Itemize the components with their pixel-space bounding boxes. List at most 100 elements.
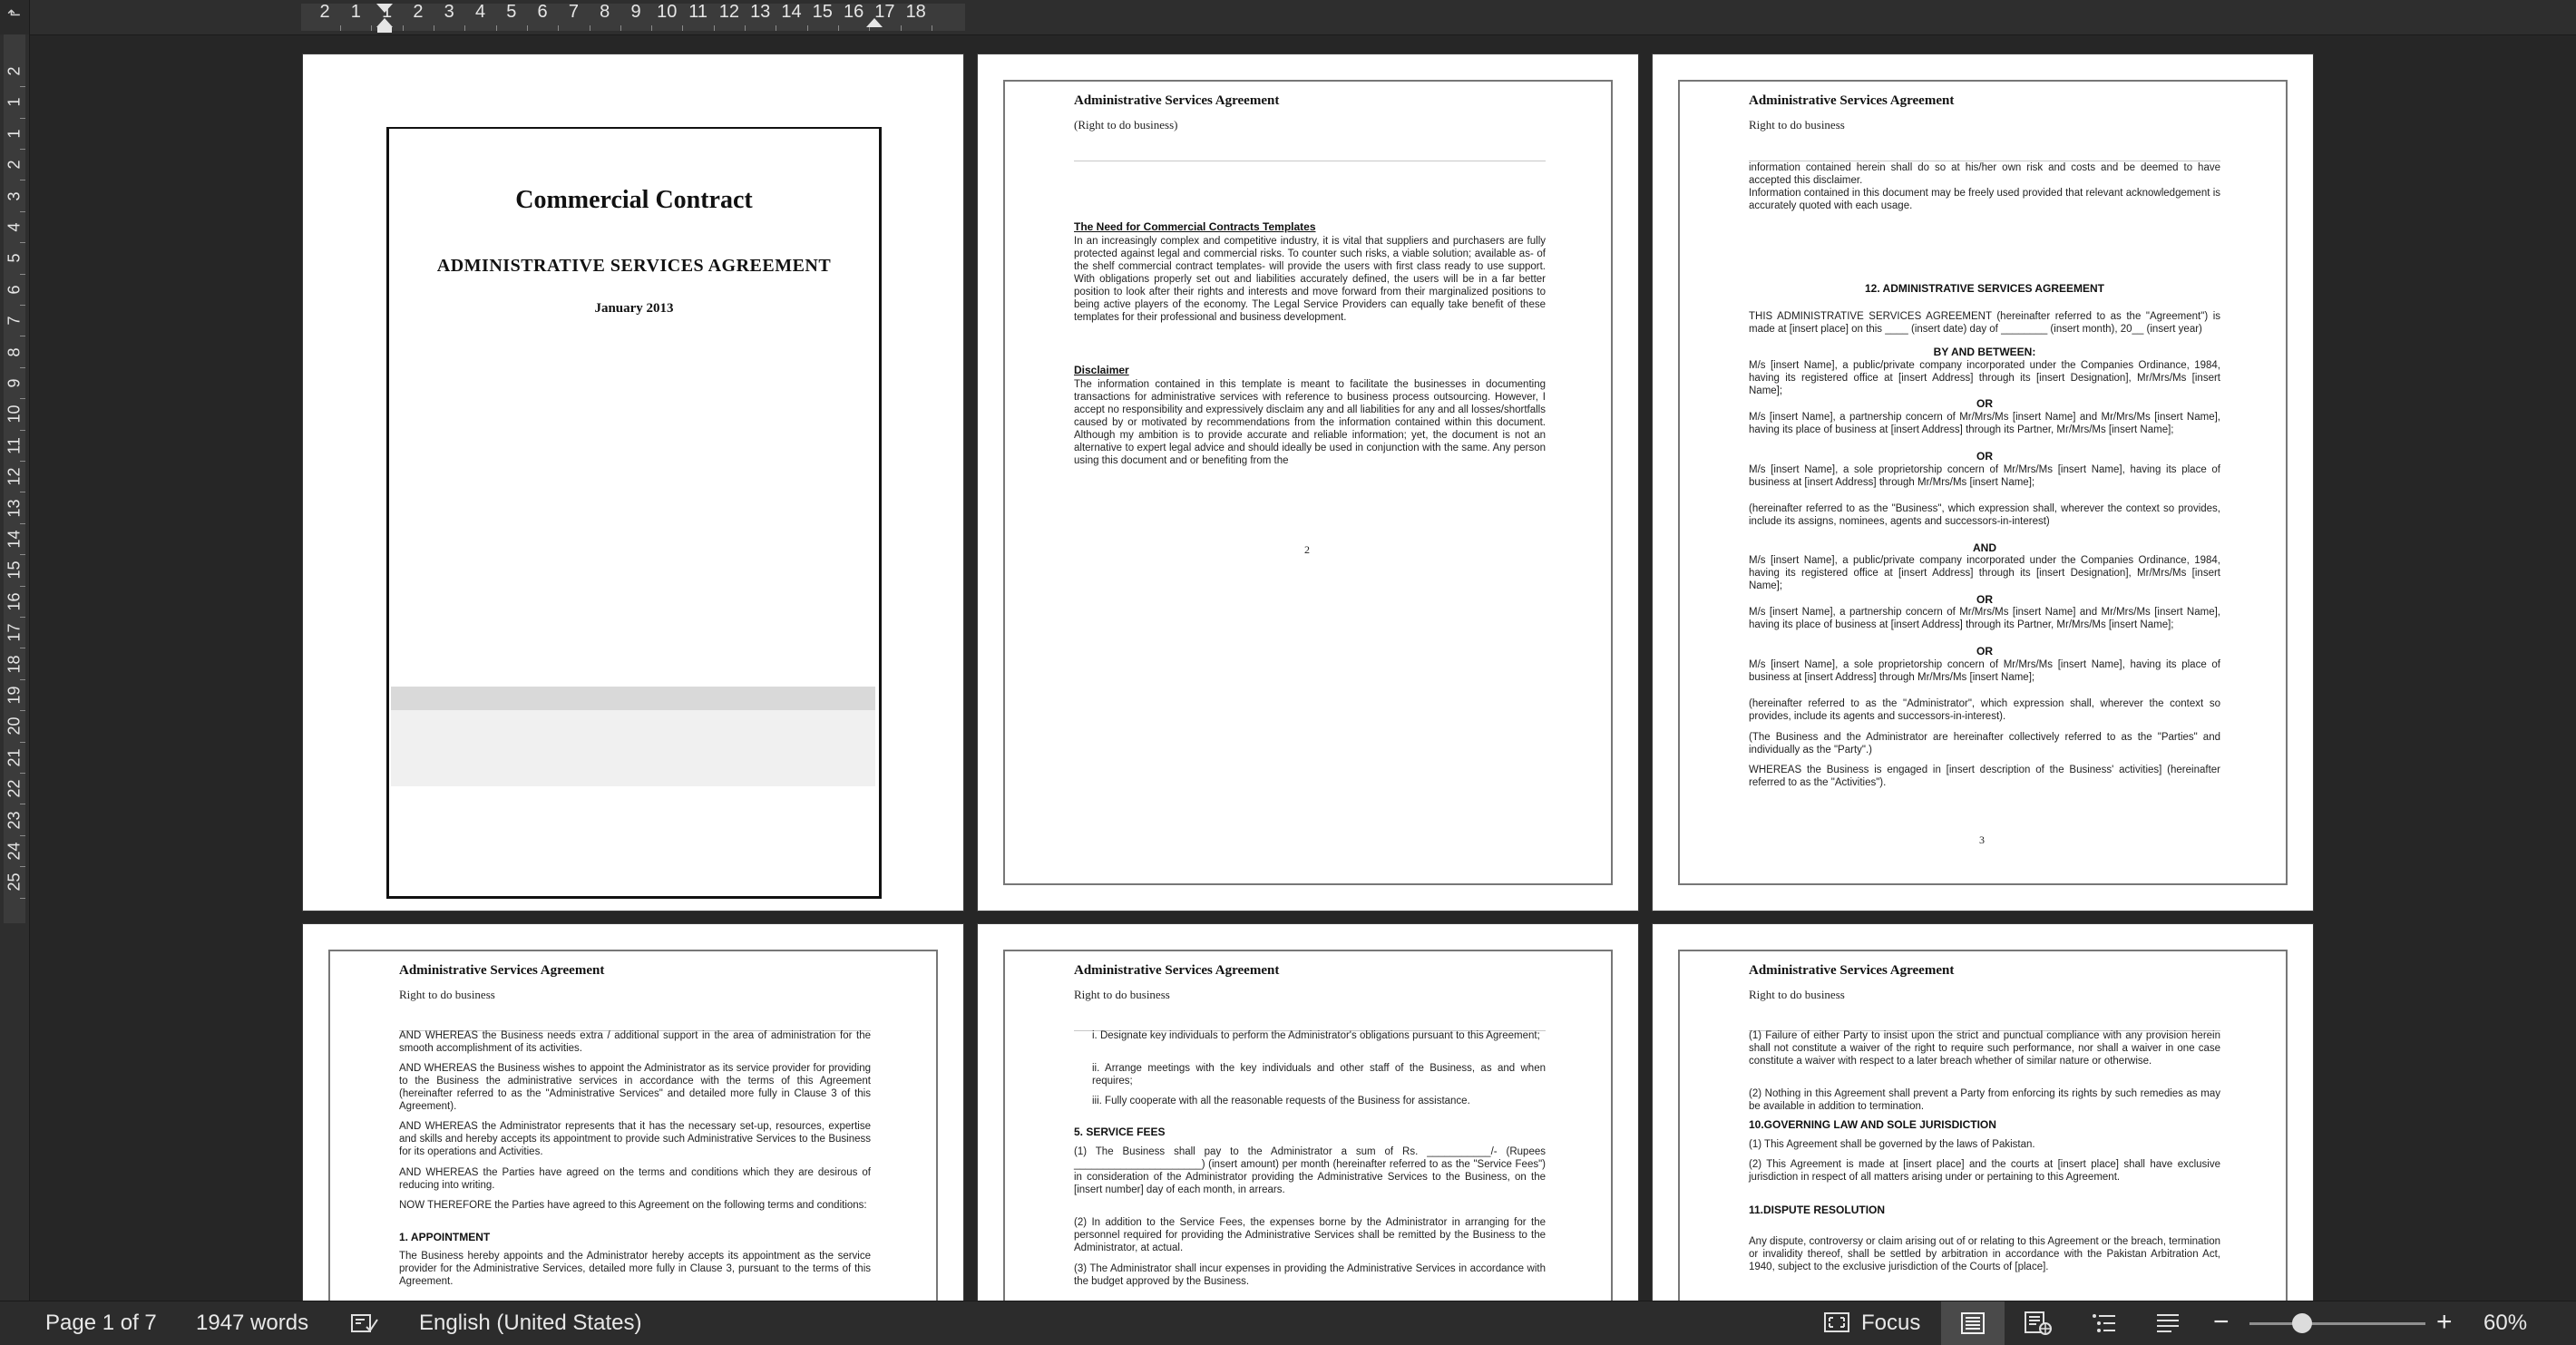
section-heading: The Need for Commercial Contracts Templa… (1074, 220, 1316, 233)
vertical-ruler-tick (20, 305, 25, 306)
vertical-ruler-tick (20, 834, 25, 836)
vertical-ruler-number: 23 (5, 811, 24, 830)
ruler-number: 15 (812, 2, 833, 22)
page-border (1003, 80, 1613, 885)
clause: (2) This Agreement is made at [insert pl… (1749, 1159, 2220, 1183)
page-2[interactable]: Administrative Services Agreement (Right… (978, 54, 1638, 911)
left-margin-box[interactable] (377, 27, 392, 33)
vertical-ruler[interactable]: 2 1 1 2 3 4 5 6 7 8 9 10 11 12 13 14 15 16 17 18 19 20 21 22 23 2… (0, 34, 30, 1301)
page-3[interactable]: Administrative Services Agreement Right … (1653, 54, 2313, 911)
page-indicator[interactable]: Page 1 of 7 (45, 1311, 157, 1336)
vertical-ruler-tick (20, 741, 25, 743)
vertical-ruler-number: 7 (5, 316, 24, 326)
header-subtitle: Right to do business (1749, 118, 1845, 132)
vertical-ruler-number: 18 (5, 655, 24, 674)
vertical-ruler-tick (20, 273, 25, 275)
vertical-ruler-number: 14 (5, 530, 24, 549)
ruler-number: 12 (718, 2, 740, 22)
vertical-ruler-tick (20, 617, 25, 618)
vertical-ruler-number: 8 (5, 347, 24, 357)
ruler-tick (340, 25, 342, 31)
ruler-number: 9 (630, 2, 641, 22)
or-label: OR (1976, 645, 1993, 658)
proofing-icon[interactable] (350, 1312, 379, 1334)
language-indicator[interactable]: English (United States) (419, 1311, 641, 1336)
draft-view-button[interactable] (2141, 1301, 2195, 1345)
page-5[interactable]: Administrative Services Agreement Right … (978, 924, 1638, 1301)
ruler-tick (806, 25, 808, 31)
vertical-ruler-tick (20, 522, 25, 524)
header-title: Administrative Services Agreement (1074, 93, 1280, 108)
ruler-number: 6 (537, 2, 548, 22)
web-layout-view-button[interactable] (2012, 1301, 2066, 1345)
vertical-ruler-tick (20, 866, 25, 868)
header-subtitle: Right to do business (399, 988, 495, 1001)
zoom-level[interactable]: 60% (2483, 1311, 2527, 1336)
ruler-number: 8 (600, 2, 610, 22)
cover-shade-block (391, 710, 875, 786)
body-paragraph: information contained herein shall do so… (1749, 162, 2220, 211)
print-layout-icon (1961, 1312, 1985, 1334)
right-indent-marker[interactable] (866, 18, 883, 27)
ruler-number: 18 (905, 2, 926, 22)
page-6[interactable]: Administrative Services Agreement Right … (1653, 924, 2313, 1301)
governing-law-title: 10.GOVERNING LAW AND SOLE JURISDICTION (1749, 1118, 1996, 1131)
status-bar: Page 1 of 7 1947 words English (United S… (0, 1301, 2576, 1345)
vertical-ruler-number: 16 (5, 592, 24, 611)
focus-icon[interactable] (1824, 1312, 1849, 1332)
first-line-indent-marker[interactable] (376, 4, 393, 13)
word-count[interactable]: 1947 words (196, 1311, 308, 1336)
whereas-clause: WHEREAS the Business is engaged in [inse… (1749, 765, 2220, 788)
page-1[interactable]: Commercial Contract ADMINISTRATIVE SERVI… (303, 54, 963, 911)
list-item: i. Designate key individuals to perform … (1092, 1030, 1540, 1041)
ruler-number: 13 (750, 2, 771, 22)
zoom-slider-knob[interactable] (2292, 1313, 2313, 1333)
whereas-clause: AND WHEREAS the Parties have agreed on t… (399, 1167, 871, 1191)
focus-button[interactable]: Focus (1861, 1311, 1920, 1336)
vertical-ruler-tick (20, 86, 25, 88)
party-clause: M/s [insert Name], a public/private comp… (1749, 360, 2220, 396)
fee-clause: (1) The Business shall pay to the Admini… (1074, 1146, 1546, 1195)
cover-date: January 2013 (594, 301, 674, 316)
vertical-ruler-number: 4 (5, 222, 24, 232)
clause: (1) This Agreement shall be governed by … (1749, 1139, 2035, 1150)
zoom-in-button[interactable]: + (2436, 1307, 2453, 1338)
vertical-ruler-tick (20, 398, 25, 400)
clause: (1) Failure of either Party to insist up… (1749, 1030, 2220, 1067)
ruler-number: 3 (444, 2, 454, 22)
zoom-slider-track[interactable] (2249, 1322, 2425, 1325)
ruler-tick (495, 25, 497, 31)
ruler-toggle-icon[interactable]: ⬑ (7, 5, 21, 24)
vertical-ruler-number: 1 (5, 97, 24, 107)
vertical-ruler-number: 2 (5, 66, 24, 76)
party-clause: M/s [insert Name], a partnership concern… (1749, 412, 2220, 435)
whereas-clause: AND WHEREAS the Business wishes to appoi… (399, 1063, 871, 1112)
fee-clause: (3) The Administrator shall incur expens… (1074, 1263, 1546, 1287)
print-layout-view-button[interactable] (1941, 1301, 2005, 1345)
ruler-tick (402, 25, 404, 31)
left-indent-marker[interactable] (376, 18, 393, 27)
ruler-number: 16 (843, 2, 864, 22)
vertical-ruler-number: 21 (5, 748, 24, 767)
vertical-ruler-tick (20, 210, 25, 212)
or-label: OR (1976, 593, 1993, 606)
vertical-ruler-number: 1 (5, 129, 24, 139)
page-4[interactable]: Administrative Services Agreement Right … (303, 924, 963, 1301)
ruler-number: 11 (688, 2, 707, 22)
vertical-ruler-number: 10 (5, 404, 24, 424)
ruler-corner[interactable]: ⬑ (0, 0, 30, 34)
cover-shade-band (391, 687, 875, 710)
business-definition: (hereinafter referred to as the "Busines… (1749, 503, 2220, 527)
horizontal-ruler[interactable]: ⬑ 2 1 1 2 3 4 5 6 7 8 9 10 11 12 13 14 15 16 17 18 (0, 0, 2576, 35)
vertical-ruler-tick (20, 242, 25, 244)
ruler-number: 4 (474, 2, 486, 22)
zoom-out-button[interactable]: − (2213, 1307, 2230, 1338)
vertical-ruler-tick (20, 461, 25, 462)
ruler-tick (900, 25, 902, 31)
document-canvas[interactable]: Commercial Contract ADMINISTRATIVE SERVI… (30, 35, 2576, 1301)
list-item: iii. Fully cooperate with all the reason… (1092, 1096, 1470, 1106)
vertical-ruler-number: 25 (5, 872, 24, 892)
outline-view-button[interactable] (2077, 1301, 2132, 1345)
ruler-tick (620, 25, 621, 31)
party-clause: M/s [insert Name], a sole proprietorship… (1749, 659, 2220, 683)
